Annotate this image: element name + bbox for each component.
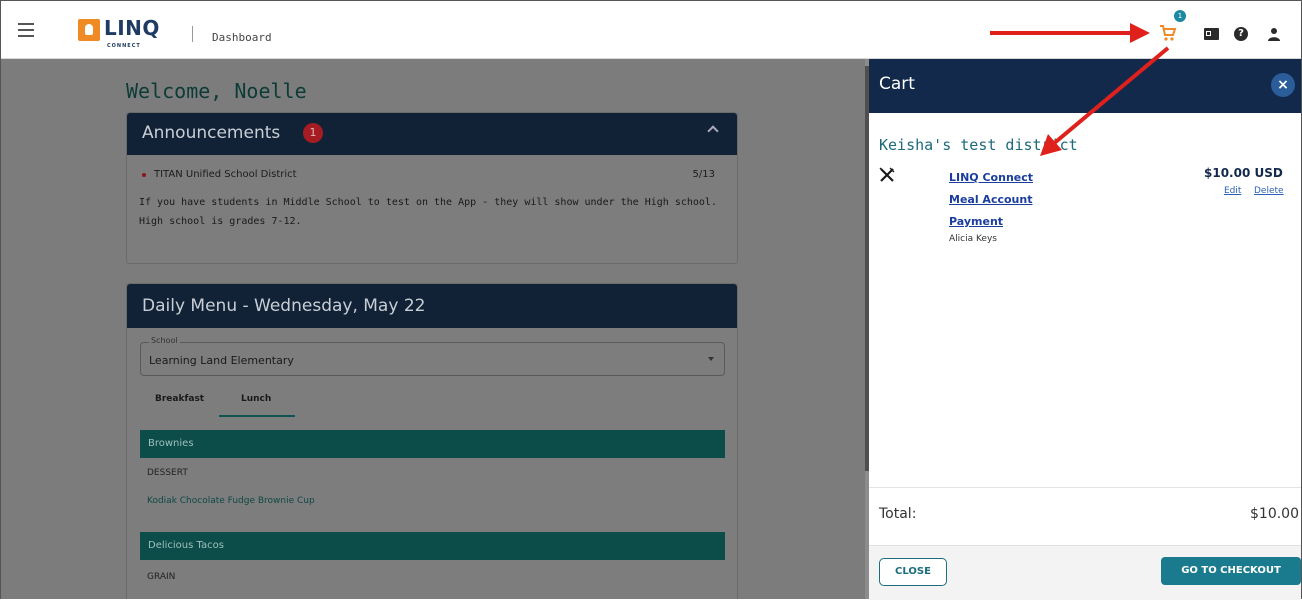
cart-title: Cart	[879, 74, 915, 94]
tab-breakfast[interactable]: Breakfast	[155, 394, 204, 404]
utensils-icon	[879, 167, 895, 182]
announcements-count-badge: 1	[303, 123, 323, 143]
dashboard-main: Welcome, Noelle Announcements 1 TITAN Un…	[1, 59, 865, 599]
header-divider	[192, 26, 193, 42]
cart-district-name: Keisha's test district	[879, 136, 1078, 154]
cart-item-title-line: Meal Account	[949, 193, 1033, 206]
active-tab-indicator	[219, 415, 295, 417]
top-bar: LINQ CONNECT Dashboard 1 ?	[1, 6, 1301, 59]
announcements-title: Announcements	[142, 123, 281, 143]
id-card-icon[interactable]	[1204, 28, 1219, 40]
school-select-label: School	[149, 336, 180, 345]
announcement-body: If you have students in Middle School to…	[139, 197, 717, 227]
cart-header: Cart ×	[869, 59, 1301, 113]
welcome-heading: Welcome, Noelle	[126, 79, 307, 103]
close-button[interactable]: CLOSE	[879, 558, 947, 586]
menu-icon[interactable]	[18, 23, 34, 37]
announcements-card: Announcements 1 TITAN Unified School Dis…	[126, 112, 738, 264]
daily-menu-card: Daily Menu - Wednesday, May 22 School Le…	[126, 283, 738, 599]
tab-lunch[interactable]: Lunch	[241, 394, 271, 404]
unread-dot-icon	[142, 173, 146, 177]
menu-section-header: Brownies	[140, 430, 725, 458]
page-title: Dashboard	[212, 31, 272, 44]
cart-item-title-line: Payment	[949, 215, 1004, 228]
cart-footer: CLOSE GO TO CHECKOUT	[869, 545, 1301, 600]
cart-item-title-link[interactable]: LINQ Connect Meal Account Payment	[949, 167, 1069, 233]
cart-divider	[869, 487, 1301, 488]
linq-logo-icon	[78, 19, 100, 41]
cart-count-badge: 1	[1174, 10, 1186, 22]
logo-text: LINQ	[104, 16, 160, 40]
logo-subtext: CONNECT	[107, 43, 141, 49]
cart-item-student: Alicia Keys	[949, 234, 997, 244]
close-icon[interactable]: ×	[1271, 73, 1295, 97]
delete-link[interactable]: Delete	[1254, 186, 1284, 196]
menu-category: GRAIN	[147, 572, 176, 582]
announcement-district: TITAN Unified School District	[154, 169, 297, 180]
user-icon[interactable]	[1267, 26, 1281, 42]
cart-item-price: $10.00 USD	[1204, 166, 1283, 180]
announcements-header[interactable]: Announcements 1	[127, 113, 737, 155]
cart-icon[interactable]	[1159, 24, 1177, 42]
daily-menu-title: Daily Menu - Wednesday, May 22	[142, 296, 426, 316]
menu-section-title: Brownies	[148, 438, 194, 449]
cart-total-label: Total:	[879, 506, 917, 522]
menu-section-header: Delicious Tacos	[140, 532, 725, 560]
menu-item-link[interactable]: Kodiak Chocolate Fudge Brownie Cup	[147, 496, 315, 506]
menu-category: DESSERT	[147, 468, 188, 478]
cart-item-title-line: LINQ Connect	[949, 171, 1034, 184]
dropdown-arrow-icon	[708, 357, 714, 361]
school-select-value: Learning Land Elementary	[149, 354, 294, 367]
chevron-up-icon[interactable]	[707, 125, 719, 137]
checkout-button[interactable]: GO TO CHECKOUT	[1161, 557, 1301, 585]
cart-total-value: $10.00	[1250, 506, 1299, 522]
daily-menu-header: Daily Menu - Wednesday, May 22	[127, 284, 737, 328]
menu-section-title: Delicious Tacos	[148, 540, 224, 551]
edit-link[interactable]: Edit	[1224, 186, 1241, 196]
cart-drawer: Cart × Keisha's test district LINQ Conne…	[869, 59, 1301, 600]
help-icon[interactable]: ?	[1234, 27, 1248, 41]
school-select[interactable]: School Learning Land Elementary	[140, 336, 725, 376]
announcement-date: 5/13	[692, 169, 715, 180]
